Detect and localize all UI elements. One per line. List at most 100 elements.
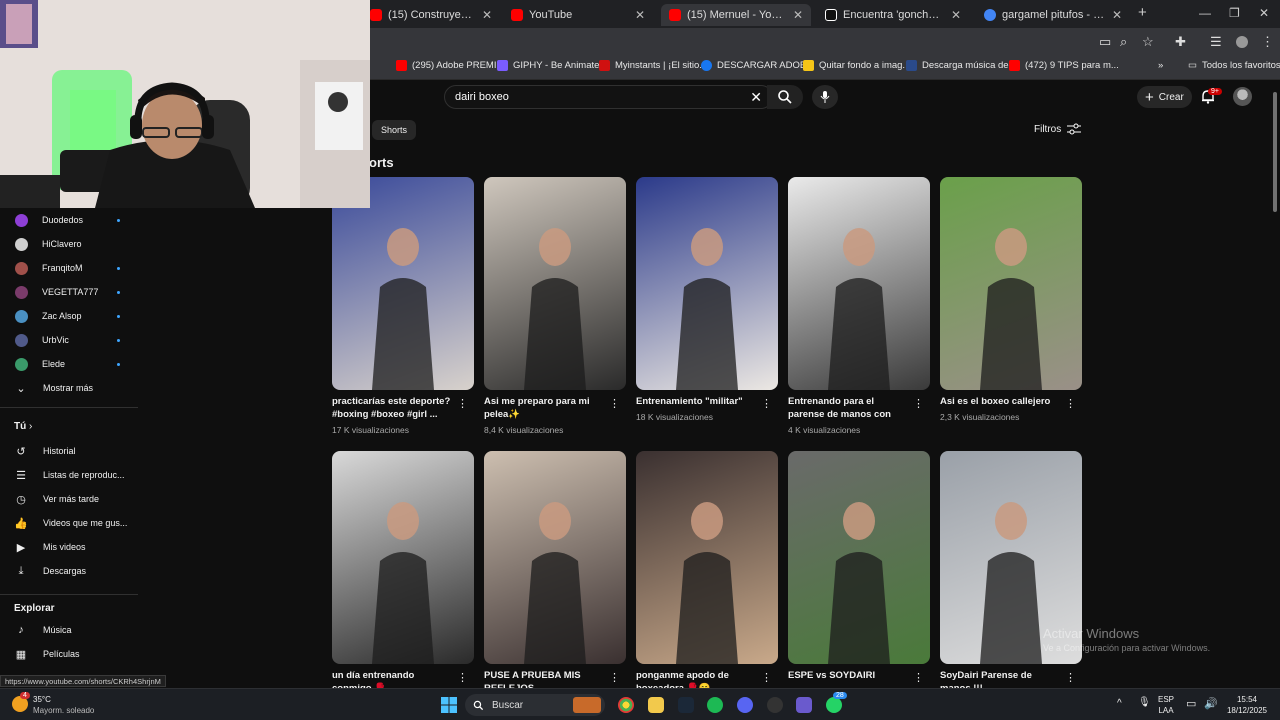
tab-google[interactable]: gargamel pitufos - Buscar con... ✕	[976, 4, 1130, 26]
restore-icon[interactable]: ❐	[1229, 6, 1240, 20]
profile-icon[interactable]	[1236, 36, 1248, 48]
sidebar-item-history[interactable]: ↺ Historial	[0, 439, 138, 463]
sidebar-item-download[interactable]: ⤓ Descargas	[0, 559, 138, 583]
short-title[interactable]: practicarías este deporte? #boxing #boxe…	[332, 395, 454, 421]
zoom-icon[interactable]: ⌕	[1120, 34, 1127, 50]
search-input[interactable]	[455, 89, 735, 105]
short-thumbnail[interactable]	[636, 177, 778, 390]
close-window-icon[interactable]: ✕	[1259, 6, 1269, 20]
subscription-item[interactable]: UrbVic	[0, 328, 138, 352]
bookmark-item[interactable]: DESCARGAR ADOB...	[701, 60, 814, 71]
more-actions-icon[interactable]: ⋮	[761, 671, 772, 684]
bookmark-item[interactable]: (295) Adobe PREMI...	[396, 60, 504, 71]
sidebar-item-thumbs-up[interactable]: 👍 Videos que me gus...	[0, 511, 138, 535]
sidebar-item-my-videos[interactable]: ▶ Mis videos	[0, 535, 138, 559]
taskbar-search[interactable]: Buscar	[465, 694, 605, 716]
subscription-item[interactable]: Zac Alsop	[0, 304, 138, 328]
volume-icon[interactable]: 🔊	[1204, 697, 1218, 710]
bookmark-star-icon[interactable]: ☆	[1142, 34, 1154, 50]
more-actions-icon[interactable]: ⋮	[1065, 671, 1076, 684]
cast-icon[interactable]: ▭	[1099, 34, 1111, 50]
tab-tiktok[interactable]: Encuentra 'goncho boxeo' en T... ✕	[817, 4, 969, 26]
sidebar-item-movies[interactable]: ▦ Películas	[0, 642, 138, 666]
steam-icon[interactable]	[678, 697, 694, 713]
subscription-item[interactable]: FranqitoM	[0, 256, 138, 280]
show-more-button[interactable]: ⌄ Mostrar más	[0, 376, 138, 400]
more-actions-icon[interactable]: ⋮	[457, 397, 468, 410]
windows-start-icon[interactable]	[441, 697, 457, 713]
minimize-icon[interactable]: —	[1199, 6, 1211, 20]
short-title[interactable]: ESPE vs SOYDAIRI	[788, 669, 910, 682]
app-icon[interactable]	[796, 697, 812, 713]
monitor-tray-icon[interactable]: ▭	[1186, 697, 1196, 710]
short-title[interactable]: Entrenando para el parense de manos con …	[788, 395, 910, 421]
create-button[interactable]: + Crear	[1137, 86, 1192, 108]
tab-youtube[interactable]: YouTube ✕	[503, 4, 653, 26]
spotify-icon[interactable]	[707, 697, 723, 713]
chevron-right-icon[interactable]: »	[1158, 60, 1163, 71]
subscription-item[interactable]: Duodedos	[0, 208, 138, 232]
new-content-dot	[117, 218, 120, 222]
whatsapp-icon[interactable]	[826, 697, 842, 713]
chrome-app-icon[interactable]	[618, 697, 634, 713]
filters-button[interactable]: Filtros	[1034, 123, 1082, 135]
sidebar-item-watch-later[interactable]: ◷ Ver más tarde	[0, 487, 138, 511]
file-explorer-icon[interactable]	[648, 697, 664, 713]
more-actions-icon[interactable]: ⋮	[761, 397, 772, 410]
chip-shorts[interactable]: Shorts	[372, 120, 417, 140]
microphone-tray-icon[interactable]: 🎙	[1138, 697, 1151, 708]
bookmark-item[interactable]: GIPHY - Be Animated	[497, 60, 605, 71]
voice-search-button[interactable]	[812, 85, 838, 109]
sidebar-item-music[interactable]: ♪ Música	[0, 618, 138, 642]
close-icon[interactable]: ✕	[482, 8, 492, 22]
short-thumbnail[interactable]	[788, 451, 930, 664]
clear-search-icon[interactable]: ✕	[750, 89, 762, 106]
close-icon[interactable]: ✕	[951, 8, 961, 22]
new-tab-button[interactable]: +	[1138, 4, 1147, 21]
more-actions-icon[interactable]: ⋮	[609, 397, 620, 410]
short-thumbnail[interactable]	[484, 451, 626, 664]
short-thumbnail[interactable]	[940, 177, 1082, 390]
you-heading[interactable]: Tú ›	[14, 421, 32, 432]
all-bookmarks[interactable]: ▭ Todos los favoritos	[1188, 60, 1280, 71]
search-button[interactable]	[767, 85, 803, 109]
bookmark-item[interactable]: Myinstants | ¡El sitio...	[599, 60, 707, 71]
short-title[interactable]: Asi es el boxeo callejero	[940, 395, 1062, 408]
more-actions-icon[interactable]: ⋮	[609, 671, 620, 684]
short-thumbnail[interactable]	[484, 177, 626, 390]
bookmark-item[interactable]: Quitar fondo a imag...	[803, 60, 910, 71]
close-icon[interactable]: ✕	[1112, 8, 1122, 22]
scrollbar-thumb[interactable]	[1273, 92, 1277, 212]
clock[interactable]: 15:54 18/12/2025	[1226, 694, 1268, 716]
sidebar-item-playlists[interactable]: ☰ Listas de reproduc...	[0, 463, 138, 487]
more-actions-icon[interactable]: ⋮	[913, 671, 924, 684]
short-title[interactable]: Asi me preparo para mi pelea✨	[484, 395, 606, 421]
weather-widget[interactable]: 35°C Mayorm. soleado	[33, 694, 94, 716]
menu-dots-icon[interactable]: ⋮	[1261, 34, 1274, 50]
more-actions-icon[interactable]: ⋮	[913, 397, 924, 410]
extensions-icon[interactable]: ✚	[1175, 34, 1186, 50]
tab-mernuel[interactable]: (15) Mernuel - YouTube ✕	[661, 4, 811, 26]
subscription-item[interactable]: VEGETTA777	[0, 280, 138, 304]
short-thumbnail[interactable]	[332, 177, 474, 390]
obs-icon[interactable]	[767, 697, 783, 713]
avatar[interactable]	[1233, 87, 1252, 106]
short-thumbnail[interactable]	[332, 451, 474, 664]
close-icon[interactable]: ✕	[793, 8, 803, 22]
short-thumbnail[interactable]	[636, 451, 778, 664]
tray-chevron-up-icon[interactable]: ^	[1117, 698, 1122, 709]
subscription-item[interactable]: HiClavero	[0, 232, 138, 256]
reading-list-icon[interactable]: ☰	[1210, 34, 1222, 50]
tab-construyendo[interactable]: (15) Construyendo una mental... ✕	[362, 4, 500, 26]
short-title[interactable]: Entrenamiento "militar"	[636, 395, 758, 408]
subscription-item[interactable]: Elede	[0, 352, 138, 376]
close-icon[interactable]: ✕	[635, 8, 645, 22]
discord-icon[interactable]	[737, 697, 753, 713]
more-actions-icon[interactable]: ⋮	[457, 671, 468, 684]
page-scrollbar[interactable]	[1270, 80, 1280, 688]
more-actions-icon[interactable]: ⋮	[1065, 397, 1076, 410]
short-thumbnail[interactable]	[788, 177, 930, 390]
language-indicator[interactable]: ESP LAA	[1158, 694, 1174, 716]
bookmark-item[interactable]: Descarga música de...	[906, 60, 1017, 71]
bookmark-item[interactable]: (472) 9 TIPS para m...	[1009, 60, 1119, 71]
